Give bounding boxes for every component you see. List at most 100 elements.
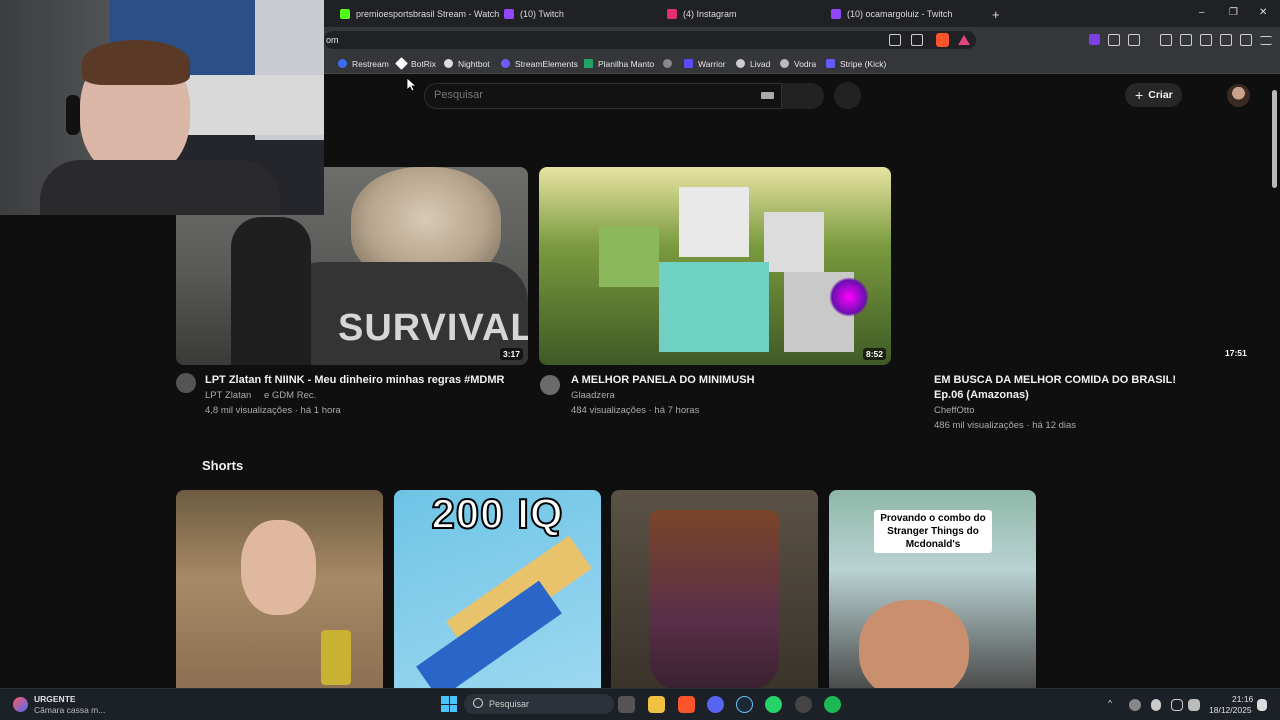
new-tab-button[interactable]: + [992, 4, 1000, 24]
discord-icon[interactable] [707, 696, 724, 713]
tab-twitch-ocamargo[interactable]: (10) ocamargoluiz - Twitch [831, 4, 952, 24]
stripe-icon [826, 59, 835, 68]
bookmark-restream[interactable]: Restream [338, 57, 389, 70]
globe-icon [663, 59, 672, 68]
channel-name[interactable]: e GDM Rec. [264, 390, 316, 401]
video-thumbnail[interactable]: 8:52 [539, 167, 891, 365]
duration-badge: 8:52 [862, 348, 886, 360]
taskbar-search-label: Pesquisar [489, 699, 530, 709]
object-shape [321, 630, 351, 685]
media-icon[interactable] [1160, 34, 1172, 46]
leo-ai-icon[interactable] [1220, 34, 1232, 46]
bookmark-stripe-kick[interactable]: Stripe (Kick) [826, 57, 886, 70]
bookmark-label: Vodra [794, 58, 817, 69]
obs-icon[interactable] [795, 696, 812, 713]
bookmark-nightbot[interactable]: Nightbot [444, 57, 490, 70]
network-icon[interactable] [1171, 699, 1183, 711]
bookmark-warrior[interactable]: Warrior [684, 57, 726, 70]
bookmark-planilha-manto[interactable]: Planilha Manto [584, 57, 654, 70]
chevron-up-icon[interactable]: ^ [1108, 698, 1112, 708]
steam-icon[interactable] [736, 696, 753, 713]
channel-name[interactable]: Glaadzera [571, 390, 615, 401]
clock-date[interactable]: 18/12/2025 [1209, 705, 1252, 715]
menu-icon[interactable] [1260, 36, 1272, 45]
tab-kick[interactable]: premioesportsbrasil Stream - Watch [340, 4, 499, 24]
warrior-icon [684, 59, 693, 68]
bookmark-vodra[interactable]: Vodra [780, 57, 816, 70]
spotify-icon[interactable] [824, 696, 841, 713]
vodra-icon [780, 59, 789, 68]
mouse-cursor-icon [407, 78, 416, 92]
twitch-icon [504, 9, 514, 19]
kick-icon [340, 9, 350, 19]
bookmark-globe[interactable] [663, 57, 677, 70]
create-button[interactable]: + Criar [1125, 83, 1182, 107]
taskbar-search-input[interactable] [464, 694, 614, 714]
bookmark-label: Planilha Manto [598, 58, 655, 69]
notification-bell-icon[interactable] [1257, 699, 1267, 711]
extension-icon[interactable] [1089, 34, 1100, 45]
tab-twitch[interactable]: (10) Twitch [504, 4, 564, 24]
video-meta: 4,8 mil visualizações · há 1 hora [205, 405, 341, 416]
volume-icon[interactable] [1188, 699, 1200, 711]
short-overlay-text: 200 IQ [430, 490, 564, 538]
channel-avatar[interactable] [540, 375, 560, 395]
bookmark-label: Nightbot [458, 58, 490, 69]
tab-instagram[interactable]: (4) Instagram [667, 4, 737, 24]
bookmark-livad[interactable]: Livad [736, 57, 770, 70]
news-title[interactable]: URGENTE [34, 694, 76, 704]
keyboard-icon[interactable] [761, 92, 774, 99]
nightbot-icon [444, 59, 453, 68]
tab-title: premioesportsbrasil Stream - Watch [356, 9, 500, 19]
bookmark-streamelements[interactable]: StreamElements [501, 57, 578, 70]
file-explorer-icon[interactable] [648, 696, 665, 713]
short-thumbnail[interactable] [176, 490, 383, 690]
address-bar[interactable]: om [324, 31, 976, 49]
news-widget-icon[interactable] [13, 697, 28, 712]
video-title[interactable]: EM BUSCA DA MELHOR COMIDA DO BRASIL! Ep.… [934, 373, 1204, 403]
wallet-icon[interactable] [1200, 34, 1212, 46]
search-button[interactable] [782, 83, 824, 109]
vpn-icon[interactable] [1240, 34, 1252, 46]
minecraft-head [764, 212, 824, 272]
account-avatar[interactable] [1227, 84, 1250, 107]
channel-name[interactable]: LPT Zlatan [205, 390, 251, 401]
tab-search-icon[interactable] [1128, 34, 1140, 46]
video-meta: 486 mil visualizações · há 12 dias [934, 420, 1077, 431]
minimize-button[interactable]: – [1199, 7, 1205, 18]
scrollbar[interactable] [1272, 90, 1277, 188]
task-view-icon[interactable] [618, 696, 635, 713]
sidebar-icon[interactable] [1180, 34, 1192, 46]
video-title[interactable]: A MELHOR PANELA DO MINIMUSH [571, 373, 881, 388]
close-button[interactable]: ✕ [1259, 7, 1267, 18]
brave-rewards-icon[interactable] [958, 35, 970, 45]
livad-icon [736, 59, 745, 68]
twitch-icon [831, 9, 841, 19]
whatsapp-icon[interactable] [765, 696, 782, 713]
sheets-icon [584, 59, 593, 68]
brave-browser-icon[interactable] [678, 696, 695, 713]
brave-shields-icon[interactable] [936, 33, 949, 47]
short-thumbnail[interactable] [611, 490, 818, 690]
bookmark-botrix[interactable]: BotRix [395, 57, 436, 70]
face-shape [859, 600, 969, 690]
headphone-icon [66, 95, 80, 135]
voice-search-button[interactable] [834, 82, 861, 109]
share-icon[interactable] [911, 34, 923, 46]
start-icon[interactable] [441, 696, 457, 712]
bookmark-label: Restream [352, 58, 389, 69]
onedrive-icon[interactable] [1129, 699, 1141, 711]
hair-shape [82, 40, 190, 85]
clock-time[interactable]: 21:16 [1232, 694, 1253, 704]
video-title[interactable]: LPT Zlatan ft NIINK - Meu dinheiro minha… [205, 373, 525, 388]
news-subtitle[interactable]: Câmara cassa m... [34, 705, 105, 715]
cast-icon[interactable] [889, 34, 901, 46]
restore-button[interactable]: ❐ [1229, 7, 1238, 18]
bookmark-label: Stripe (Kick) [840, 58, 887, 69]
short-thumbnail[interactable]: Provando o combo do Stranger Things do M… [829, 490, 1036, 690]
short-thumbnail[interactable]: 200 IQ [394, 490, 601, 690]
extensions-icon[interactable] [1108, 34, 1120, 46]
channel-avatar[interactable] [176, 373, 196, 393]
microphone-icon[interactable] [1151, 699, 1161, 711]
channel-name[interactable]: CheffOtto [934, 405, 975, 416]
